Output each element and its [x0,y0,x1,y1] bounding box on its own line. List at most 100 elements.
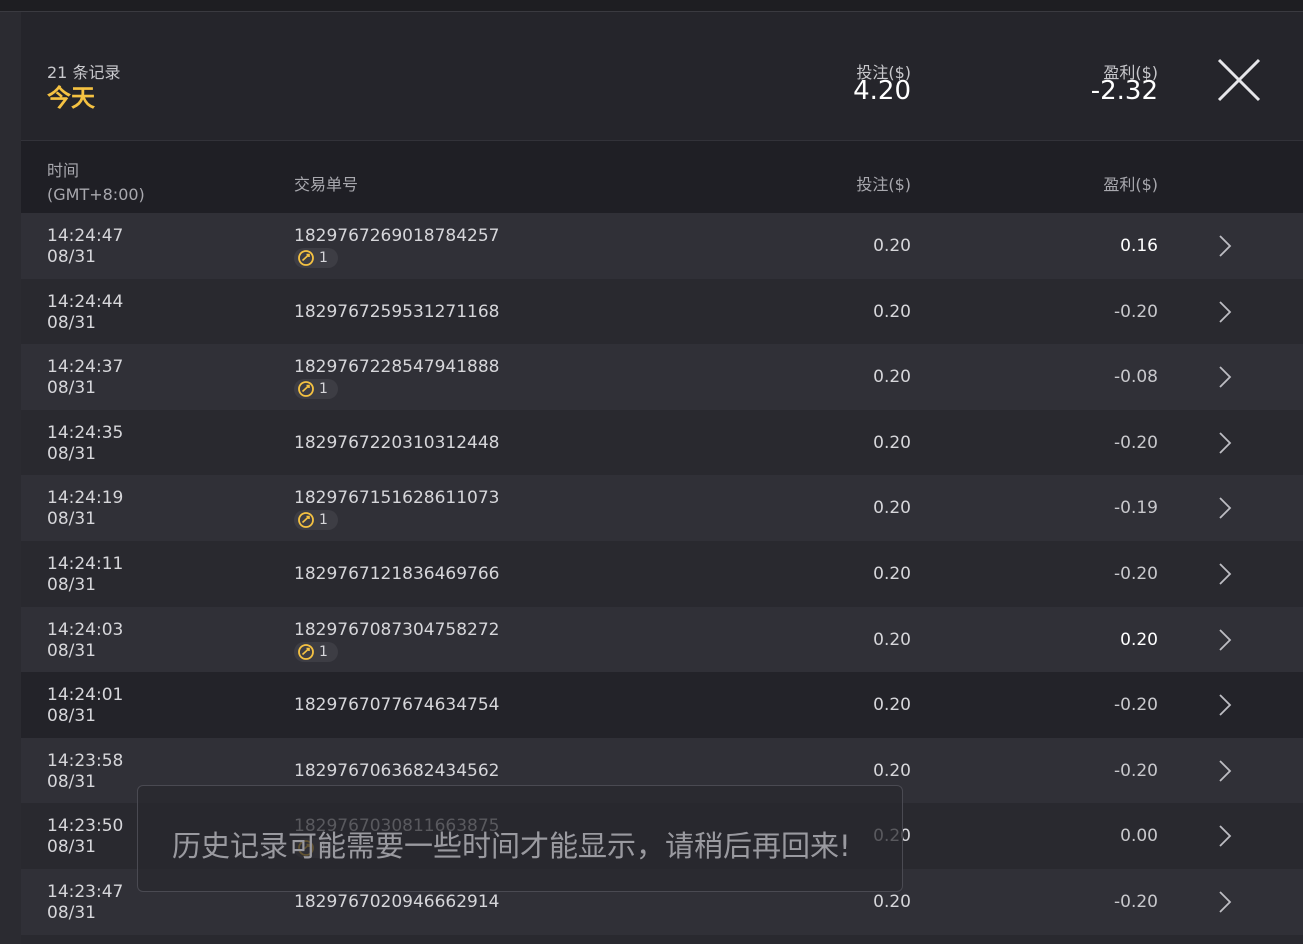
table-row[interactable]: 14:24:01 08/31 1829767077674634754 0.20 -0.2… [21,672,1303,738]
header-time: 时间 [47,161,80,180]
row-bet: 0.20 [873,891,911,912]
table-row[interactable]: 14:24:44 08/31 1829767259531271168 0.20 -0.2… [21,278,1303,345]
row-detail-button[interactable] [1215,890,1235,914]
row-time: 14:24:03 [47,619,124,640]
row-time: 14:24:11 [47,553,124,574]
chevron-right-icon [1219,825,1232,847]
chevron-right-icon [1219,694,1232,716]
row-detail-button[interactable] [1215,365,1235,389]
close-button[interactable] [1215,56,1263,104]
row-date: 08/31 [47,837,96,858]
row-time: 14:24:19 [47,488,124,509]
row-profit: 0.20 [1120,629,1158,650]
chevron-right-icon [1219,760,1232,782]
chevron-right-icon [1219,563,1232,585]
row-profit: -0.20 [1114,563,1158,584]
summary-header: 21 条记录 今天 投注($) 4.20 盈利($) -2.32 [21,12,1303,141]
table-row[interactable]: 14:24:03 08/31 1829767087304758272 1 0.20 0.2… [21,606,1303,673]
row-profit: -0.08 [1114,367,1158,388]
row-time: 14:23:47 [47,881,124,902]
total-bet-value: 4.20 [853,76,911,106]
header-profit: 盈利($) [1103,175,1158,194]
row-transaction-id: 1829767087304758272 [294,619,500,640]
row-date: 08/31 [47,574,96,595]
row-date: 08/31 [47,509,96,530]
row-profit: -0.20 [1114,760,1158,781]
row-profit: 0.16 [1120,236,1158,256]
row-feature-badge: 1 [294,379,338,400]
row-detail-button[interactable] [1215,759,1235,783]
table-row[interactable]: 14:24:37 08/31 1829767228547941888 1 0.20 -0.… [21,344,1303,410]
row-detail-button[interactable] [1215,300,1235,324]
row-profit: -0.20 [1114,432,1158,453]
row-detail-button[interactable] [1215,431,1235,455]
feature-spin-icon [298,512,314,529]
date-filter-label[interactable]: 今天 [47,78,95,113]
row-bet: 0.20 [873,563,911,584]
row-time: 14:24:01 [47,685,124,706]
row-date: 08/31 [47,706,96,727]
row-bet: 0.20 [873,498,911,519]
row-detail-button[interactable] [1215,824,1235,848]
row-bet: 0.20 [873,629,911,650]
row-detail-button[interactable] [1215,496,1235,520]
chevron-right-icon [1219,628,1232,651]
chevron-right-icon [1219,891,1232,913]
row-bet: 0.20 [873,760,911,781]
row-profit: -0.19 [1114,498,1158,519]
feature-spin-icon [298,381,314,398]
table-row[interactable]: 14:24:11 08/31 1829767121836469766 0.20 -0.2… [21,540,1303,607]
row-detail-button[interactable] [1215,562,1235,586]
row-date: 08/31 [47,640,96,661]
row-detail-button[interactable] [1215,628,1235,652]
row-transaction-id: 1829767220310312448 [294,432,500,453]
row-date: 08/31 [47,247,96,267]
chevron-right-icon [1219,235,1232,257]
row-detail-button[interactable] [1215,693,1235,717]
row-feature-badge: 1 [294,510,338,531]
row-transaction-id: 1829767063682434562 [294,760,500,781]
row-feature-badge: 1 [294,248,338,268]
row-profit: -0.20 [1114,301,1158,322]
header-transaction-id: 交易单号 [294,175,359,194]
row-transaction-id: 1829767121836469766 [294,563,500,584]
history-delay-toast: 历史记录可能需要一些时间才能显示，请稍后再回来! [137,785,903,892]
header-bet: 投注($) [856,175,911,194]
row-feature-count: 1 [319,512,328,529]
row-transaction-id: 1829767269018784257 [294,226,500,246]
row-time: 14:24:44 [47,291,124,312]
row-feature-count: 1 [319,250,328,266]
row-profit: -0.20 [1114,695,1158,716]
chevron-right-icon [1219,497,1232,520]
chevron-right-icon [1219,300,1232,323]
row-profit: -0.20 [1114,891,1158,912]
feature-spin-icon [298,643,314,660]
table-row[interactable]: 14:24:19 08/31 1829767151628611073 1 0.20 -0.… [21,475,1303,541]
row-date: 08/31 [47,771,96,792]
row-date: 08/31 [47,443,96,464]
feature-spin-icon [298,250,314,266]
row-transaction-id: 1829767077674634754 [294,695,500,716]
row-date: 08/31 [47,378,96,399]
row-bet: 0.20 [873,432,911,453]
row-time: 14:23:58 [47,750,124,771]
table-row[interactable]: 14:24:47 08/31 1829767269018784257 1 0.20 0.1… [21,213,1303,279]
row-date: 08/31 [47,312,96,333]
row-bet: 0.20 [873,301,911,322]
row-time: 14:24:37 [47,357,124,378]
total-profit-value: -2.32 [1090,76,1158,106]
row-bet: 0.20 [873,367,911,388]
row-detail-button[interactable] [1215,234,1235,258]
table-row[interactable]: 14:24:35 08/31 1829767220310312448 0.20 -0.2… [21,409,1303,476]
row-feature-count: 1 [319,381,328,398]
close-icon [1217,58,1261,102]
row-transaction-id: 1829767228547941888 [294,357,500,378]
row-feature-badge: 1 [294,641,338,662]
row-time: 14:24:47 [47,226,124,246]
row-bet: 0.20 [873,236,911,256]
table-header: 时间 (GMT+8:00) 交易单号 投注($) 盈利($) [21,141,1303,213]
row-transaction-id: 1829767020946662914 [294,891,500,912]
header-timezone: (GMT+8:00) [47,185,145,204]
top-bar [0,0,1303,12]
chevron-right-icon [1219,432,1232,454]
